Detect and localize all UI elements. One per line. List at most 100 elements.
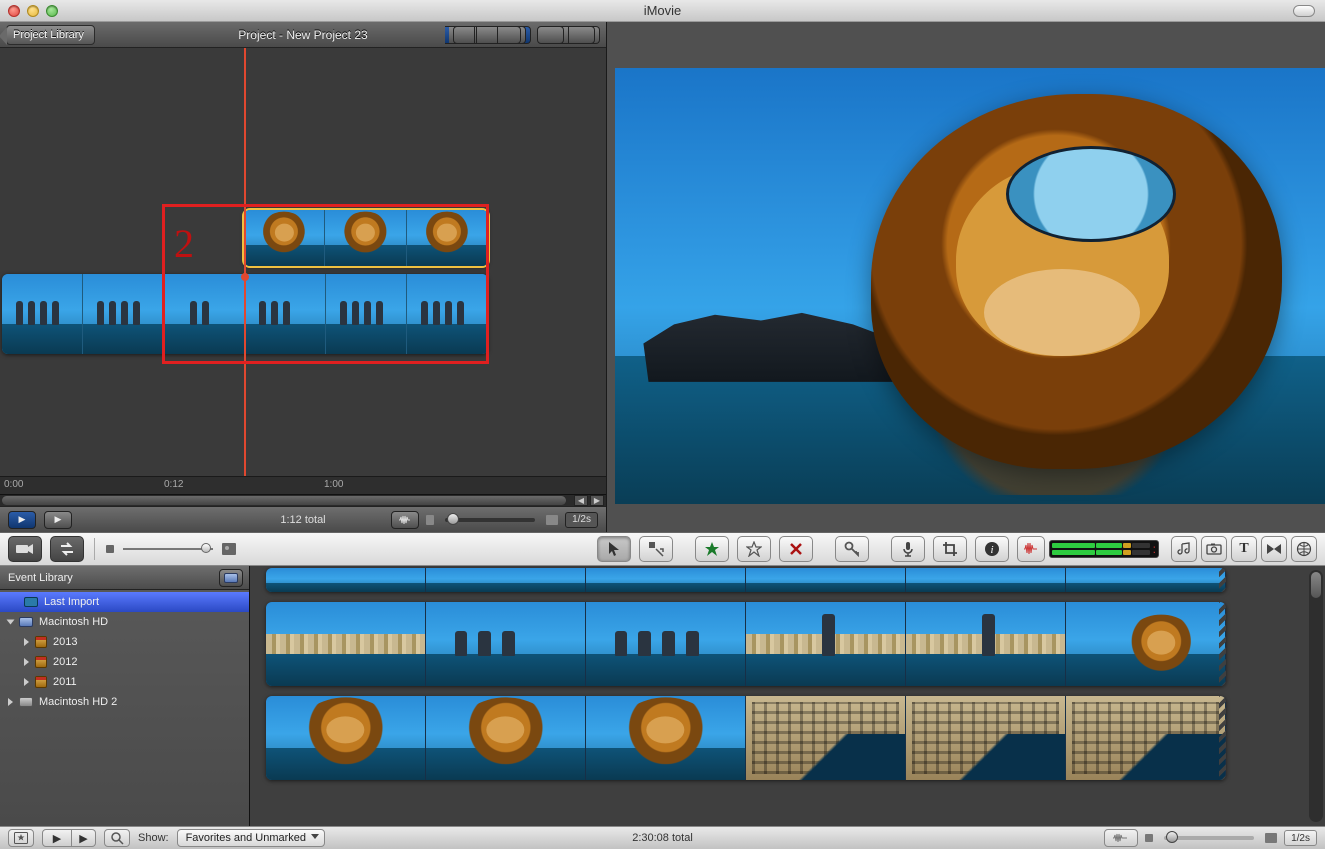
zoom-out-thumb-icon [1144, 831, 1154, 845]
tree-year-2013[interactable]: 2013 [0, 632, 249, 652]
tree-year-2011[interactable]: 2011 [0, 672, 249, 692]
window-zoom-button[interactable] [46, 5, 58, 17]
import-camera-button[interactable] [8, 536, 42, 562]
viewer-canvas[interactable] [615, 68, 1325, 504]
swap-layout-button[interactable] [50, 536, 84, 562]
play-from-start-button[interactable]: ▶ [44, 511, 72, 529]
project-pane: Project Library Project - New Project 23… [0, 22, 607, 532]
scrollbar-thumb[interactable] [2, 496, 566, 505]
disclosure-triangle-icon[interactable] [24, 638, 29, 646]
edit-tool-button[interactable] [639, 536, 673, 562]
inspector-button[interactable]: i [975, 536, 1009, 562]
window-minimize-button[interactable] [27, 5, 39, 17]
marker-orange-icon [542, 26, 564, 44]
viewer-goggles-graphic [1006, 146, 1176, 242]
edit-tool-icon [648, 541, 664, 557]
play-event-button[interactable]: ▶ [42, 829, 72, 847]
keywords-panel-button[interactable] [8, 829, 34, 847]
event-clip-row-2[interactable] [266, 696, 1226, 780]
event-clip-row-1[interactable] [266, 602, 1226, 686]
project-header: Project Library Project - New Project 23 [0, 22, 606, 48]
zoom-in-thumb-icon [545, 513, 559, 527]
event-vertical-scrollbar[interactable] [1309, 570, 1323, 822]
show-label: Show: [138, 832, 169, 844]
project-marker-segmented[interactable] [537, 26, 600, 44]
tree-year-2012[interactable]: 2012 [0, 652, 249, 672]
unmark-button[interactable] [737, 536, 771, 562]
event-browser[interactable] [250, 566, 1325, 826]
project-timeline[interactable]: 2 [0, 48, 606, 476]
play-event-fullscreen-button[interactable]: ▶ [72, 829, 96, 847]
tree-last-import-label: Last Import [44, 596, 99, 608]
playhead[interactable] [244, 48, 246, 476]
event-zoom-slider[interactable] [1164, 836, 1254, 840]
transitions-browser-button[interactable] [1261, 536, 1287, 562]
project-footer: ▶ ▶ 1:12 total 1/2s [0, 506, 606, 532]
play-project-button[interactable]: ▶ [8, 511, 36, 529]
timeline-horizontal-scrollbar[interactable]: ◀ ▶ [0, 494, 606, 506]
disclosure-triangle-icon[interactable] [8, 698, 13, 706]
star-outline-icon [746, 541, 762, 557]
center-toolbar: i : T [0, 532, 1325, 566]
clip-icon [24, 597, 38, 607]
scroll-right-arrow-icon[interactable]: ▶ [590, 495, 604, 506]
disclosure-triangle-icon[interactable] [7, 620, 15, 625]
show-filter-dropdown[interactable]: Favorites and Unmarked [177, 829, 325, 847]
thumb-large-icon [221, 542, 237, 556]
event-view-toggle-button[interactable] [219, 569, 243, 587]
waveform-icon [398, 515, 412, 525]
transition-icon [1266, 543, 1282, 555]
waveform-toggle-button[interactable] [391, 511, 419, 529]
scrollbar-thumb[interactable] [1311, 572, 1321, 598]
zoom-in-thumb-icon [1264, 831, 1278, 845]
event-waveform-toggle-button[interactable] [1104, 829, 1138, 847]
toolbar-toggle-pill[interactable] [1293, 5, 1315, 17]
event-tree[interactable]: Last Import Macintosh HD 2013 2012 2011 [0, 590, 249, 826]
disclosure-triangle-icon[interactable] [24, 658, 29, 666]
project-library-back-button[interactable]: Project Library [6, 25, 95, 45]
arrow-tool-button[interactable] [597, 536, 631, 562]
audio-waveform-button[interactable] [1017, 536, 1045, 562]
event-clip-row-0[interactable] [266, 568, 1226, 592]
svg-text:i: i [990, 544, 993, 556]
thumbnail-size-slider[interactable] [123, 545, 213, 553]
calendar-icon [35, 676, 47, 688]
x-icon [789, 542, 803, 556]
favorite-button[interactable] [695, 536, 729, 562]
timeline-clip-overlay[interactable] [244, 210, 488, 266]
scroll-left-arrow-icon[interactable]: ◀ [574, 495, 588, 506]
tree-2012-label: 2012 [53, 656, 77, 668]
voiceover-button[interactable] [891, 536, 925, 562]
reject-button[interactable] [779, 536, 813, 562]
project-zoom-slider[interactable] [445, 518, 535, 522]
show-filter-value: Favorites and Unmarked [186, 832, 306, 844]
globe-icon [1296, 541, 1312, 557]
tree-2011-label: 2011 [53, 676, 77, 688]
maps-browser-button[interactable] [1291, 536, 1317, 562]
ruler-mark-1: 0:12 [164, 479, 183, 490]
photo-browser-button[interactable] [1201, 536, 1227, 562]
star-box-icon [14, 832, 28, 844]
thumb-small-icon [105, 542, 115, 556]
camera-icon [16, 543, 34, 555]
tree-macintosh-hd-2[interactable]: Macintosh HD 2 [0, 692, 249, 712]
tree-last-import[interactable]: Last Import [0, 592, 249, 612]
hard-drive-icon [19, 617, 33, 627]
titles-browser-button[interactable]: T [1231, 536, 1257, 562]
event-library-sidebar: Event Library Last Import Macintosh HD 2… [0, 566, 250, 826]
keyword-tool-button[interactable] [835, 536, 869, 562]
search-events-button[interactable] [104, 829, 130, 847]
window-title: iMovie [644, 3, 682, 18]
disclosure-triangle-icon[interactable] [24, 678, 29, 686]
timeline-ruler[interactable]: 0:00 0:12 1:00 [0, 476, 606, 494]
tree-mac-hd2-label: Macintosh HD 2 [39, 696, 117, 708]
project-view-segmented[interactable] [445, 26, 531, 44]
tree-macintosh-hd[interactable]: Macintosh HD [0, 612, 249, 632]
crop-button[interactable] [933, 536, 967, 562]
event-total-label: 2:30:08 total [632, 832, 693, 844]
music-browser-button[interactable] [1171, 536, 1197, 562]
hard-drive-icon [19, 697, 33, 707]
window-close-button[interactable] [8, 5, 20, 17]
project-title: Project - New Project 23 [238, 28, 367, 42]
project-library-back-label: Project Library [13, 29, 84, 41]
